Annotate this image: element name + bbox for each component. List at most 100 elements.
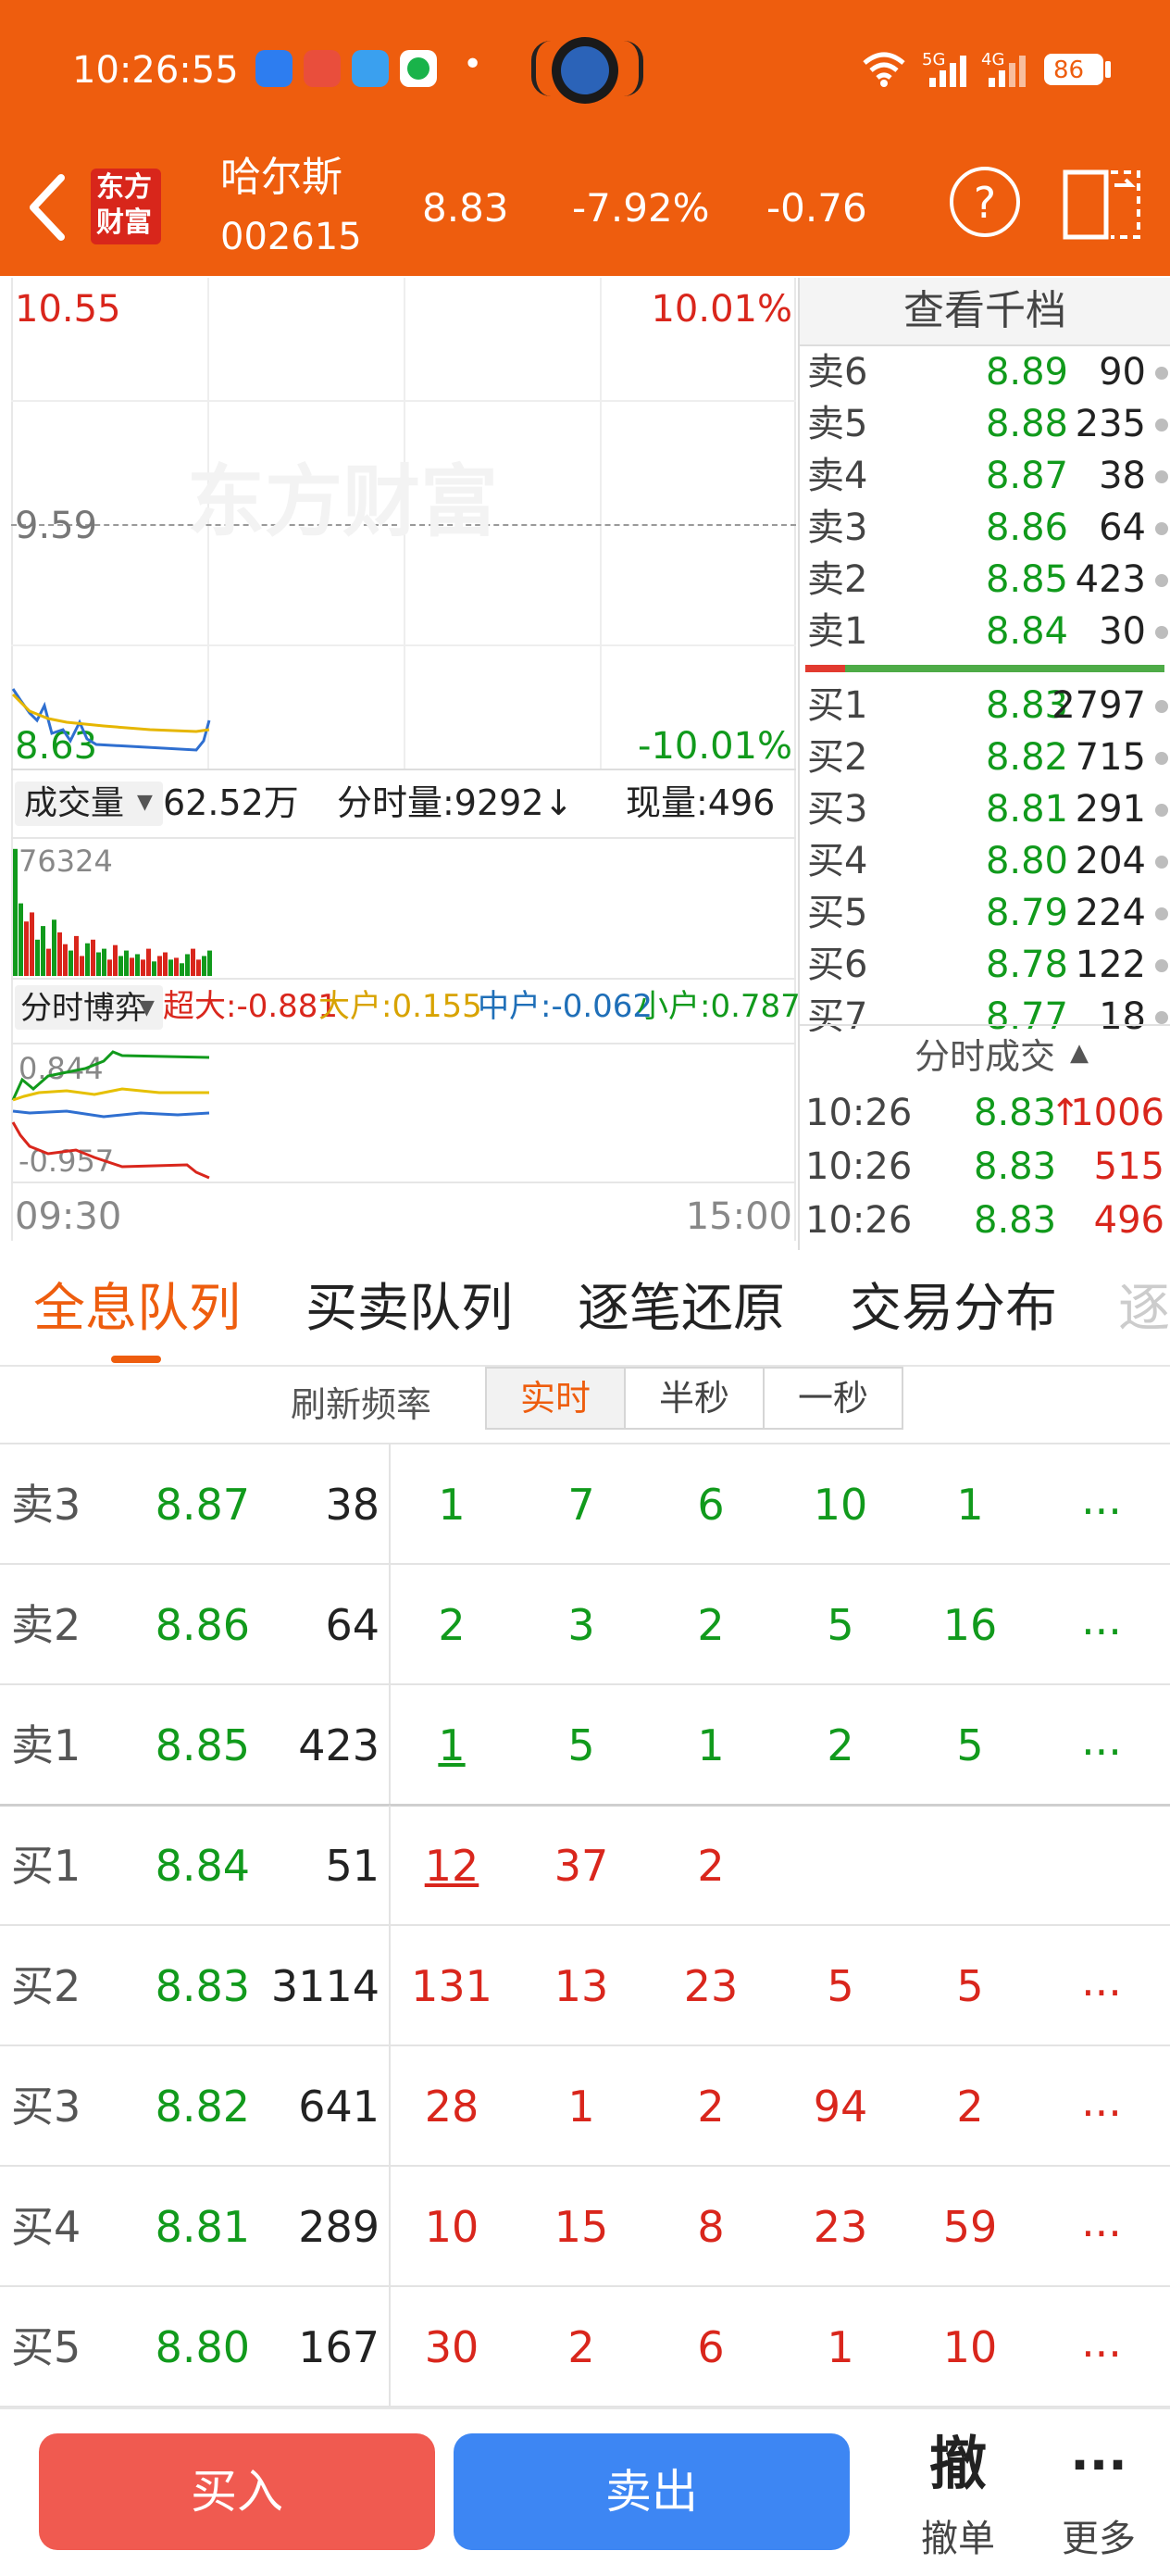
queue-order-size[interactable]: 28 bbox=[396, 2085, 507, 2128]
queue-row[interactable]: 买5 8.80 167 30 2 6 1 10... bbox=[0, 2287, 1170, 2407]
ask-level-row[interactable]: 卖3 8.86 64 bbox=[800, 502, 1170, 554]
queue-order-size[interactable]: 10 bbox=[396, 2206, 507, 2248]
queue-volume: 64 bbox=[325, 1600, 380, 1650]
queue-order-size[interactable]: 37 bbox=[526, 1844, 637, 1887]
intraday-chart-panel[interactable]: 10.55 10.01% 9.59 东方财富 8.63 -10.01% 成交量 … bbox=[11, 278, 801, 1250]
queue-row[interactable]: 买3 8.82 641 28 1 2 94 2... bbox=[0, 2046, 1170, 2167]
queue-order-size[interactable]: 8 bbox=[655, 2206, 766, 2248]
queue-order-size[interactable]: 1 bbox=[915, 1483, 1026, 1526]
bid-level-row[interactable]: 买3 8.81 291 bbox=[800, 783, 1170, 835]
queue-order-size[interactable]: 16 bbox=[915, 1604, 1026, 1646]
queue-row[interactable]: 买2 8.83 3114 131 13 23 5 5... bbox=[0, 1926, 1170, 2046]
queue-order-size[interactable]: 3 bbox=[526, 1604, 637, 1646]
refresh-halfsec-option[interactable]: 半秒 bbox=[624, 1367, 765, 1430]
tab-more-partial[interactable]: 逐 bbox=[1118, 1283, 1170, 1335]
queue-row[interactable]: 卖2 8.86 64 2 3 2 5 16... bbox=[0, 1565, 1170, 1685]
tick-trades-header[interactable]: 分时成交 ▲ bbox=[800, 1026, 1170, 1085]
queue-order-size[interactable]: 6 bbox=[655, 2326, 766, 2369]
queue-order-size[interactable]: 15 bbox=[526, 2206, 637, 2248]
refresh-realtime-option[interactable]: 实时 bbox=[485, 1367, 626, 1430]
queue-order-size[interactable]: 5 bbox=[915, 1965, 1026, 2007]
queue-more-icon[interactable]: ... bbox=[1046, 2200, 1157, 2243]
camera-island-icon bbox=[531, 33, 643, 107]
tick-trade-row: 10:26 8.83 ↑ 1006 bbox=[800, 1087, 1170, 1141]
queue-order-size[interactable]: 2 bbox=[526, 2326, 637, 2369]
volume-bar bbox=[57, 932, 62, 976]
queue-more-icon[interactable]: ... bbox=[1046, 2320, 1157, 2363]
bid-level-row[interactable]: 买2 8.82 715 bbox=[800, 732, 1170, 783]
queue-order-size[interactable]: 2 bbox=[915, 2085, 1026, 2128]
sell-button[interactable]: 卖出 bbox=[454, 2433, 850, 2550]
queue-order-size[interactable]: 131 bbox=[396, 1965, 507, 2007]
queue-row[interactable]: 卖3 8.87 38 1 7 6 10 1... bbox=[0, 1444, 1170, 1565]
ask-level-row[interactable]: 卖2 8.85 423 bbox=[800, 554, 1170, 606]
queue-order-size[interactable]: 2 bbox=[396, 1604, 507, 1646]
queue-more-icon[interactable]: ... bbox=[1046, 1478, 1157, 1520]
queue-order-size[interactable]: 23 bbox=[655, 1965, 766, 2007]
queue-order-size[interactable]: 13 bbox=[526, 1965, 637, 2007]
queue-level-label: 买1 bbox=[11, 1841, 81, 1891]
queue-order-size[interactable]: 5 bbox=[915, 1724, 1026, 1767]
help-button[interactable]: ? bbox=[950, 167, 1020, 237]
level-label: 卖2 bbox=[807, 558, 868, 601]
boyi-selector[interactable]: 分时博弈 ▼ bbox=[15, 985, 163, 1030]
queue-order-size[interactable]: 2 bbox=[785, 1724, 896, 1767]
more-button[interactable]: ··· 更多 bbox=[1029, 2419, 1168, 2567]
queue-order-size[interactable]: 5 bbox=[785, 1604, 896, 1646]
queue-order-size[interactable]: 1 bbox=[785, 2326, 896, 2369]
queue-order-size[interactable]: 10 bbox=[915, 2326, 1026, 2369]
queue-order-size[interactable]: 10 bbox=[785, 1483, 896, 1526]
queue-more-icon[interactable]: ... bbox=[1046, 1598, 1157, 1641]
ask-level-row[interactable]: 卖4 8.87 38 bbox=[800, 450, 1170, 502]
queue-order-size[interactable]: 1 bbox=[396, 1483, 507, 1526]
queue-more-icon[interactable]: ... bbox=[1046, 1959, 1157, 2002]
bid-level-row[interactable]: 买4 8.80 204 bbox=[800, 835, 1170, 887]
queue-order-size[interactable]: 12 bbox=[396, 1844, 507, 1887]
queue-volume: 423 bbox=[298, 1720, 380, 1770]
level-label: 卖1 bbox=[807, 610, 868, 653]
switch-layout-icon[interactable] bbox=[1063, 167, 1142, 241]
volume-bars bbox=[13, 848, 212, 976]
queue-order-size[interactable]: 59 bbox=[915, 2206, 1026, 2248]
dropdown-arrow-icon: ▼ bbox=[137, 791, 153, 814]
tab-tick-restore[interactable]: 逐笔还原 bbox=[578, 1283, 785, 1335]
volume-selector[interactable]: 成交量 ▼ bbox=[15, 782, 163, 826]
ask-level-row[interactable]: 卖1 8.84 30 bbox=[800, 606, 1170, 657]
queue-volume: 38 bbox=[325, 1480, 380, 1530]
queue-more-icon[interactable]: ... bbox=[1046, 1719, 1157, 1761]
queue-order-size[interactable]: 2 bbox=[655, 1604, 766, 1646]
buy-button[interactable]: 买入 bbox=[39, 2433, 435, 2550]
queue-order-size[interactable]: 1 bbox=[396, 1724, 507, 1767]
queue-order-size[interactable]: 2 bbox=[655, 2085, 766, 2128]
queue-order-size[interactable]: 1 bbox=[655, 1724, 766, 1767]
queue-order-size[interactable]: 5 bbox=[785, 1965, 896, 2007]
bid-level-row[interactable]: 买1 8.83 2797 bbox=[800, 680, 1170, 732]
tab-trade-distribution[interactable]: 交易分布 bbox=[850, 1283, 1057, 1335]
refresh-onesec-option[interactable]: 一秒 bbox=[763, 1367, 903, 1430]
ask-level-row[interactable]: 卖6 8.89 90 bbox=[800, 346, 1170, 398]
view-1000-levels-button[interactable]: 查看千档 bbox=[800, 278, 1170, 346]
queue-order-size[interactable]: 6 bbox=[655, 1483, 766, 1526]
queue-order-size[interactable]: 2 bbox=[655, 1844, 766, 1887]
queue-order-size[interactable]: 5 bbox=[526, 1724, 637, 1767]
bid-level-row[interactable]: 买6 8.78 122 bbox=[800, 939, 1170, 991]
tab-full-queue[interactable]: 全息队列 bbox=[33, 1283, 241, 1335]
level-volume: 291 bbox=[1075, 788, 1146, 831]
ask-level-row[interactable]: 卖5 8.88 235 bbox=[800, 398, 1170, 450]
boyi-xiaohu: 小户:0.787 bbox=[637, 988, 801, 1025]
queue-order-size[interactable]: 23 bbox=[785, 2206, 896, 2248]
queue-order-size[interactable]: 1 bbox=[526, 2085, 637, 2128]
cancel-order-button[interactable]: 撤 撤单 bbox=[889, 2419, 1027, 2567]
level-volume: 715 bbox=[1075, 736, 1146, 779]
queue-row[interactable]: 买1 8.84 51 12 37 2 bbox=[0, 1806, 1170, 1926]
tab-order-queue[interactable]: 买卖队列 bbox=[305, 1283, 513, 1335]
queue-order-size[interactable]: 30 bbox=[396, 2326, 507, 2369]
back-arrow-icon[interactable] bbox=[24, 172, 70, 243]
queue-more-icon[interactable]: ... bbox=[1046, 2080, 1157, 2122]
queue-volume: 289 bbox=[298, 2202, 380, 2252]
bid-level-row[interactable]: 买5 8.79 224 bbox=[800, 887, 1170, 939]
queue-order-size[interactable]: 94 bbox=[785, 2085, 896, 2128]
queue-row[interactable]: 买4 8.81 289 10 15 8 23 59... bbox=[0, 2167, 1170, 2287]
queue-row[interactable]: 卖1 8.85 423 1 5 1 2 5... bbox=[0, 1685, 1170, 1807]
queue-order-size[interactable]: 7 bbox=[526, 1483, 637, 1526]
